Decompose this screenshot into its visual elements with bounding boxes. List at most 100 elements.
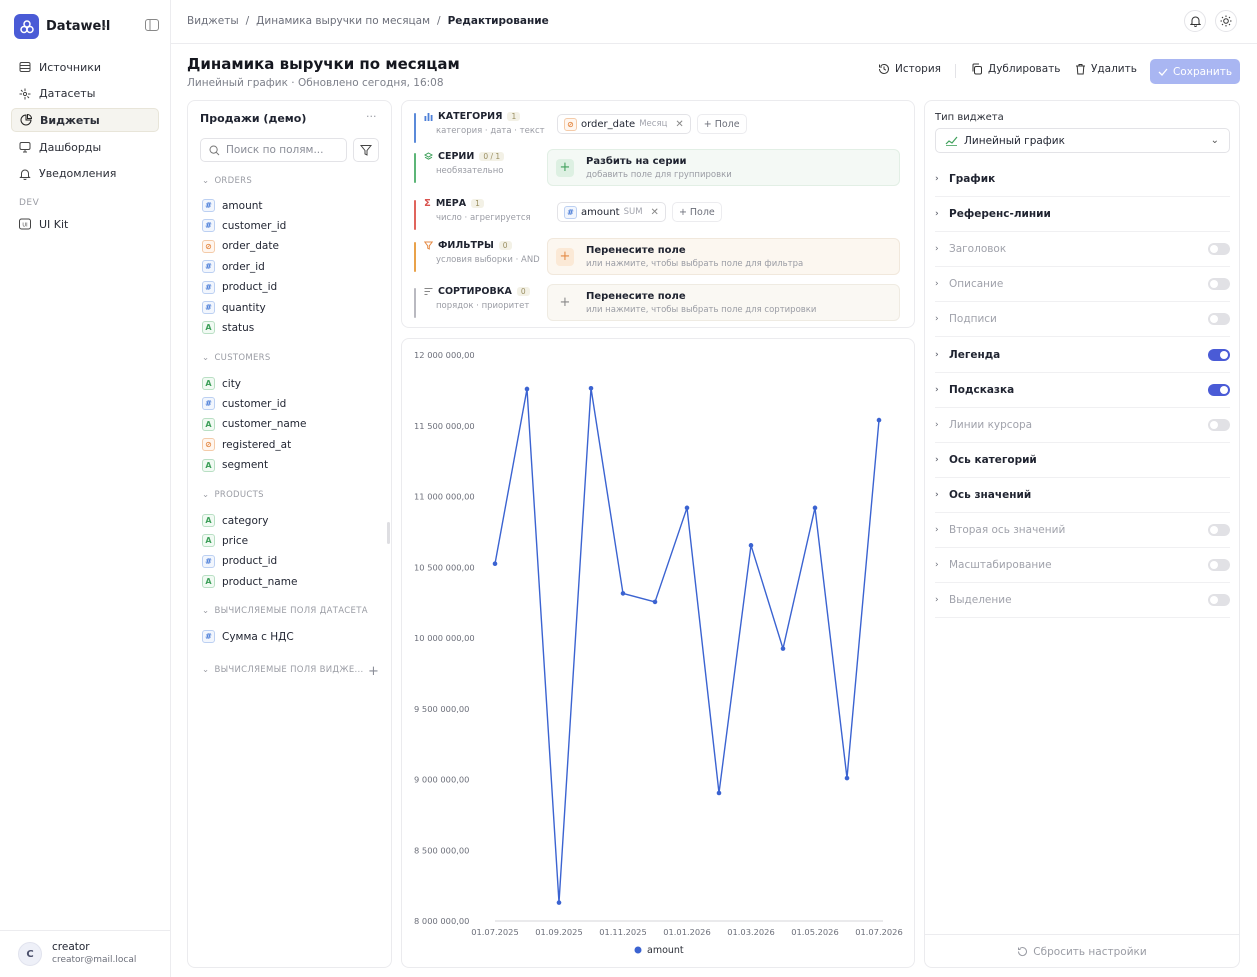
settings-row[interactable]: › График xyxy=(935,162,1230,197)
theme-toggle-button[interactable] xyxy=(1215,10,1237,32)
sidebar-item-datasets[interactable]: Датасеты xyxy=(11,82,159,106)
data-point xyxy=(684,505,690,511)
toggle-switch[interactable] xyxy=(1208,559,1230,572)
field-item[interactable]: # order_id xyxy=(202,260,265,274)
field-item[interactable]: Acity xyxy=(202,377,241,390)
field-item[interactable]: # Сумма с НДС xyxy=(202,630,294,643)
field-item[interactable]: Aprice xyxy=(202,534,248,548)
chip-agg[interactable]: Месяц xyxy=(639,119,667,129)
shelf-drop[interactable]: ⊘ order_date Месяц ✕ + Поле xyxy=(557,114,747,134)
breadcrumb-widgets[interactable]: Виджеты xyxy=(187,15,239,27)
avatar[interactable]: C xyxy=(18,942,42,966)
field-item[interactable]: # customer_id xyxy=(202,219,286,233)
shelf-drop[interactable]: + Разбить на серии добавить поле для груп… xyxy=(547,149,900,186)
widget-type-select[interactable]: Линейный график ⌄ xyxy=(935,128,1230,153)
shelf-desc: условия выборки · AND xyxy=(436,255,540,265)
number-type-icon: # xyxy=(202,219,215,233)
close-icon[interactable]: ✕ xyxy=(675,119,683,130)
toggle-switch[interactable] xyxy=(1208,524,1230,536)
shelf-label: СЕРИИ xyxy=(438,151,475,162)
sidebar-item-dashboards[interactable]: Дашборды xyxy=(11,135,159,159)
chevron-down-icon[interactable]: ⌄ xyxy=(100,20,108,31)
app-logo[interactable] xyxy=(14,14,39,39)
field-group-header[interactable]: ⌄ ВЫЧИСЛЯЕМЫЕ ПОЛЯ ВИДЖЕ... xyxy=(202,665,364,675)
settings-row[interactable]: › Подсказка xyxy=(935,373,1230,408)
shelf-desc: категория · дата · текст xyxy=(436,126,545,136)
line-chart[interactable]: 8 000 000,00 8 500 000,00 9 000 000,00 9 50… xyxy=(401,338,915,968)
toggle-switch[interactable] xyxy=(1208,594,1230,607)
field-item[interactable]: ⊘ order_date xyxy=(202,239,279,253)
chevron-right-icon: › xyxy=(935,349,939,360)
toggle-switch[interactable] xyxy=(1208,313,1230,326)
duplicate-button[interactable]: Дублировать xyxy=(971,63,1060,75)
sidebar-item-sources[interactable]: Источники xyxy=(11,55,159,79)
shelf-filters: ФИЛЬТРЫ 0 условия выборки · AND + Перенес… xyxy=(414,238,901,276)
field-item[interactable]: # customer_id xyxy=(202,397,286,411)
field-group-header[interactable]: ⌄ PRODUCTS xyxy=(202,490,264,500)
field-name: city xyxy=(222,377,242,390)
field-item[interactable]: Aproduct_name xyxy=(202,575,297,589)
field-name: amount xyxy=(222,199,263,212)
toggle-switch[interactable] xyxy=(1208,418,1230,431)
field-group-header[interactable]: ⌄ ВЫЧИСЛЯЕМЫЕ ПОЛЯ ДАТАСЕТА xyxy=(202,606,368,616)
add-field-button[interactable]: + Поле xyxy=(696,114,747,134)
field-item[interactable]: Acategory xyxy=(202,514,268,527)
settings-row[interactable]: › Ось значений xyxy=(935,478,1230,513)
resize-handle[interactable] xyxy=(387,522,390,544)
settings-row[interactable]: › Референс-линии xyxy=(935,197,1230,233)
field-item[interactable]: Asegment xyxy=(202,458,268,472)
sidebar-item-label: Источники xyxy=(39,60,102,74)
field-group-header[interactable]: ⌄ CUSTOMERS xyxy=(202,353,271,363)
notifications-button[interactable] xyxy=(1184,10,1206,32)
shelf-drop[interactable]: + Перенесите поле или нажмите, чтобы выбр… xyxy=(547,238,900,275)
settings-row[interactable]: › Подписи xyxy=(935,302,1230,338)
history-button[interactable]: История xyxy=(878,63,941,75)
sidebar-collapse-icon[interactable] xyxy=(145,19,159,31)
toggle-switch[interactable] xyxy=(1208,348,1230,361)
add-field-button[interactable]: + Поле xyxy=(671,202,722,222)
settings-row[interactable]: › Легенда xyxy=(935,338,1230,373)
field-item[interactable]: Astatus xyxy=(202,321,254,335)
field-item[interactable]: # amount xyxy=(202,199,263,212)
save-button[interactable]: Сохранить xyxy=(1150,59,1240,84)
shelf-drop[interactable]: # amount SUM ✕ + Поле xyxy=(557,202,722,222)
field-item[interactable]: Acustomer_name xyxy=(202,417,306,431)
settings-row[interactable]: › Заголовок xyxy=(935,232,1230,268)
chip-agg[interactable]: SUM xyxy=(624,207,643,217)
settings-row-label: Подсказка xyxy=(949,383,1015,396)
field-item[interactable]: ⊘ registered_at xyxy=(202,438,291,452)
field-item[interactable]: # product_id xyxy=(202,554,277,568)
copy-icon xyxy=(972,63,982,75)
add-calculated-field-icon[interactable]: + xyxy=(368,664,379,679)
close-icon[interactable]: ✕ xyxy=(651,207,659,218)
more-icon[interactable]: ··· xyxy=(366,110,377,123)
reset-settings-button[interactable]: Сбросить настройки xyxy=(925,934,1239,968)
sidebar-item-widgets[interactable]: Виджеты xyxy=(11,108,159,133)
field-search-input[interactable]: Поиск по полям... xyxy=(200,138,347,162)
legend-marker xyxy=(634,946,642,954)
sidebar-item-notifications[interactable]: Уведомления xyxy=(11,162,159,186)
breadcrumb-widget[interactable]: Динамика выручки по месяцам xyxy=(256,15,430,27)
settings-row[interactable]: › Описание xyxy=(935,267,1230,303)
field-item[interactable]: # product_id xyxy=(202,280,277,294)
plus-icon: + xyxy=(559,295,571,310)
field-chip[interactable]: # amount SUM ✕ xyxy=(557,202,666,222)
database-icon xyxy=(19,62,31,72)
settings-row-label: Вторая ось значений xyxy=(949,524,1066,536)
settings-row[interactable]: › Выделение xyxy=(935,583,1230,619)
delete-button[interactable]: Удалить xyxy=(1075,63,1137,75)
field-item[interactable]: # quantity xyxy=(202,301,266,314)
sidebar-item-ui-kit[interactable]: UI UI Kit xyxy=(11,212,159,236)
field-group-header[interactable]: ⌄ ORDERS xyxy=(202,176,252,186)
field-chip[interactable]: ⊘ order_date Месяц ✕ xyxy=(557,114,691,134)
text-type-icon: A xyxy=(202,534,215,548)
toggle-switch[interactable] xyxy=(1208,243,1230,256)
settings-row[interactable]: › Вторая ось значений xyxy=(935,513,1230,548)
settings-row[interactable]: › Ось категорий xyxy=(935,443,1230,478)
toggle-switch[interactable] xyxy=(1208,383,1230,396)
settings-row[interactable]: › Линии курсора xyxy=(935,408,1230,443)
toggle-switch[interactable] xyxy=(1208,278,1230,291)
filter-button[interactable] xyxy=(353,138,379,162)
settings-row[interactable]: › Масштабирование xyxy=(935,548,1230,584)
shelf-drop[interactable]: + Перенесите поле или нажмите, чтобы выбр… xyxy=(547,284,900,321)
